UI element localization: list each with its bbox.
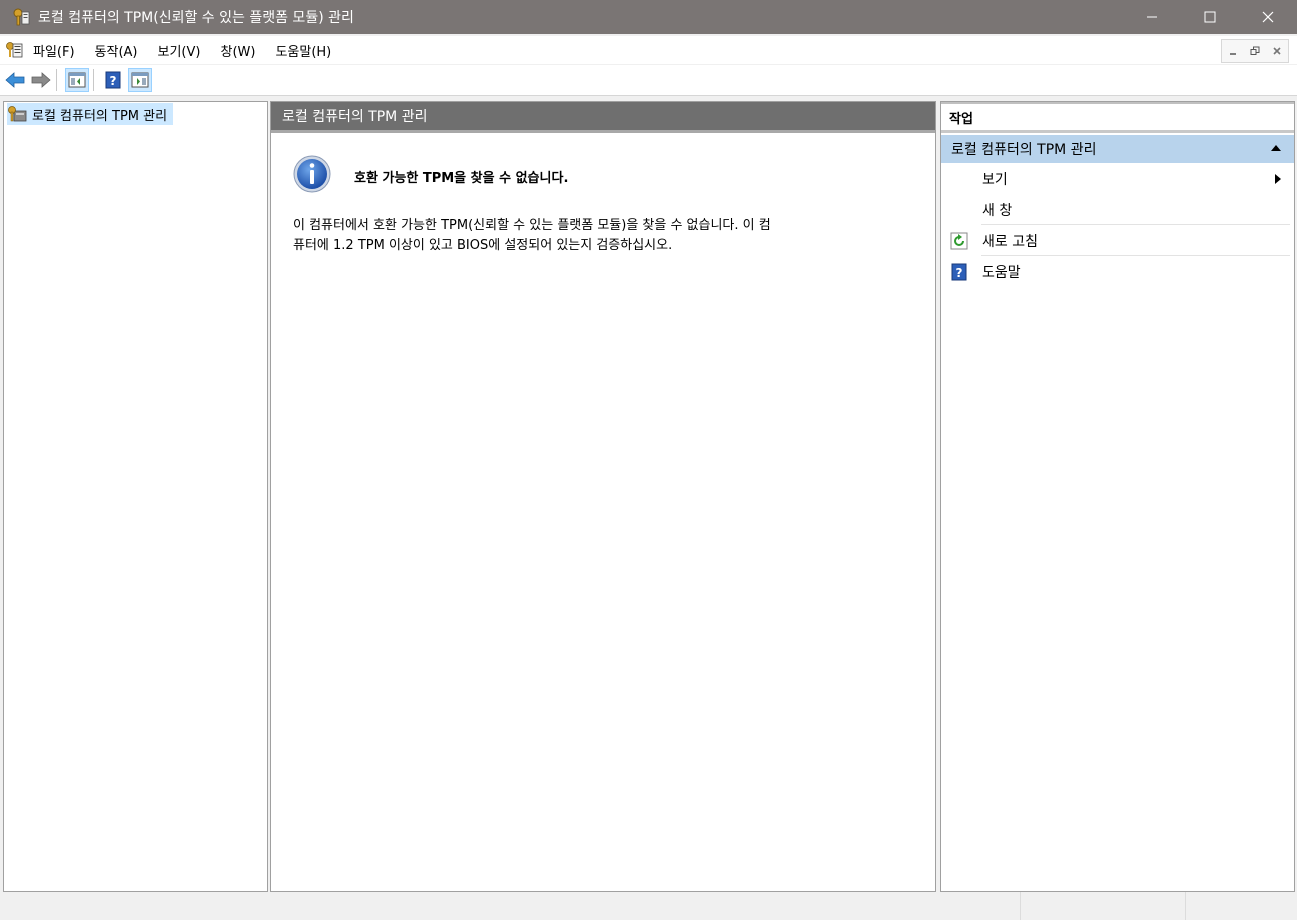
forward-arrow-icon <box>31 72 51 88</box>
submenu-arrow-icon <box>1275 174 1281 184</box>
console-tree-pane: 로컬 컴퓨터의 TPM 관리 <box>3 101 268 892</box>
result-pane: 로컬 컴퓨터의 TPM 관리 호환 가능한 TPM을 찾을 수 없습니다. 이 … <box>270 101 936 892</box>
actions-group-label: 로컬 컴퓨터의 TPM 관리 <box>951 142 1097 158</box>
minimize-icon <box>1230 53 1236 55</box>
status-bar <box>0 892 1297 920</box>
actions-header: 작업 <box>941 102 1294 133</box>
mdi-minimize-button[interactable] <box>1222 40 1244 62</box>
mdi-controls <box>1221 39 1289 63</box>
maximize-button[interactable] <box>1181 0 1239 34</box>
action-label: 새로 고침 <box>982 233 1038 250</box>
menu-action[interactable]: 동작(A) <box>95 41 138 60</box>
window-controls <box>1123 0 1297 34</box>
status-separator <box>1020 892 1021 920</box>
window-title: 로컬 컴퓨터의 TPM(신뢰할 수 있는 플랫폼 모듈) 관리 <box>38 10 354 26</box>
error-description-line: 퓨터에 1.2 TPM 이상이 있고 BIOS에 설정되어 있는지 검증하십시오… <box>293 238 673 253</box>
menu-view[interactable]: 보기(V) <box>158 41 201 60</box>
result-pane-header: 로컬 컴퓨터의 TPM 관리 <box>271 102 935 133</box>
actions-pane: 작업 로컬 컴퓨터의 TPM 관리 보기 새 창 새로 고침 ? 도움말 <box>940 101 1295 892</box>
menu-file[interactable]: 파일(F) <box>33 41 75 60</box>
status-separator <box>1185 892 1186 920</box>
show-hide-action-pane-button[interactable] <box>128 68 152 92</box>
minimize-icon <box>1147 16 1157 18</box>
help-button[interactable]: ? <box>102 69 124 91</box>
action-help[interactable]: ? 도움말 <box>941 256 1294 287</box>
tpm-management-icon <box>8 106 27 122</box>
close-icon <box>1273 47 1281 55</box>
menu-help[interactable]: 도움말(H) <box>275 41 331 60</box>
show-hide-action-pane-icon <box>131 72 149 88</box>
action-label: 새 창 <box>982 202 1013 219</box>
maximize-icon <box>1204 11 1216 23</box>
refresh-icon <box>950 232 968 250</box>
collapse-arrow-icon[interactable] <box>1270 144 1282 152</box>
forward-button[interactable] <box>30 69 52 91</box>
action-label: 도움말 <box>982 264 1021 281</box>
action-refresh[interactable]: 새로 고침 <box>941 225 1294 256</box>
svg-text:?: ? <box>110 74 117 88</box>
menu-bar: 파일(F) 동작(A) 보기(V) 창(W) 도움말(H) <box>0 36 1297 64</box>
toolbar: ? <box>0 65 1297 96</box>
menu-window[interactable]: 창(W) <box>220 41 255 60</box>
tree-item-tpm-management[interactable]: 로컬 컴퓨터의 TPM 관리 <box>7 103 174 125</box>
back-button[interactable] <box>4 69 26 91</box>
svg-text:?: ? <box>956 266 963 280</box>
title-bar: 로컬 컴퓨터의 TPM(신뢰할 수 있는 플랫폼 모듈) 관리 <box>0 0 1297 34</box>
tpm-key-icon <box>13 8 30 26</box>
toolbar-separator <box>93 69 94 91</box>
error-title: 호환 가능한 TPM을 찾을 수 없습니다. <box>354 171 569 186</box>
help-icon: ? <box>951 263 967 281</box>
mdi-close-button[interactable] <box>1266 40 1288 62</box>
action-new-window[interactable]: 새 창 <box>941 194 1294 225</box>
show-hide-console-tree-icon <box>68 72 86 88</box>
minimize-button[interactable] <box>1123 0 1181 34</box>
mmc-console-icon <box>6 42 23 58</box>
action-view[interactable]: 보기 <box>941 163 1294 194</box>
close-button[interactable] <box>1239 0 1297 34</box>
tree-item-label: 로컬 컴퓨터의 TPM 관리 <box>32 108 168 124</box>
back-arrow-icon <box>5 72 25 88</box>
action-label: 보기 <box>982 171 1008 188</box>
help-icon: ? <box>105 71 121 89</box>
error-description: 이 컴퓨터에서 호환 가능한 TPM(신뢰할 수 있는 플랫폼 모듈)을 찾을 … <box>293 216 893 256</box>
close-icon <box>1262 11 1274 23</box>
toolbar-separator <box>56 69 57 91</box>
actions-group-header[interactable]: 로컬 컴퓨터의 TPM 관리 <box>941 135 1294 163</box>
restore-icon <box>1250 46 1260 55</box>
error-description-line: 이 컴퓨터에서 호환 가능한 TPM(신뢰할 수 있는 플랫폼 모듈)을 찾을 … <box>293 218 771 233</box>
info-icon <box>293 155 331 193</box>
show-hide-console-tree-button[interactable] <box>65 68 89 92</box>
mdi-restore-button[interactable] <box>1244 40 1266 62</box>
